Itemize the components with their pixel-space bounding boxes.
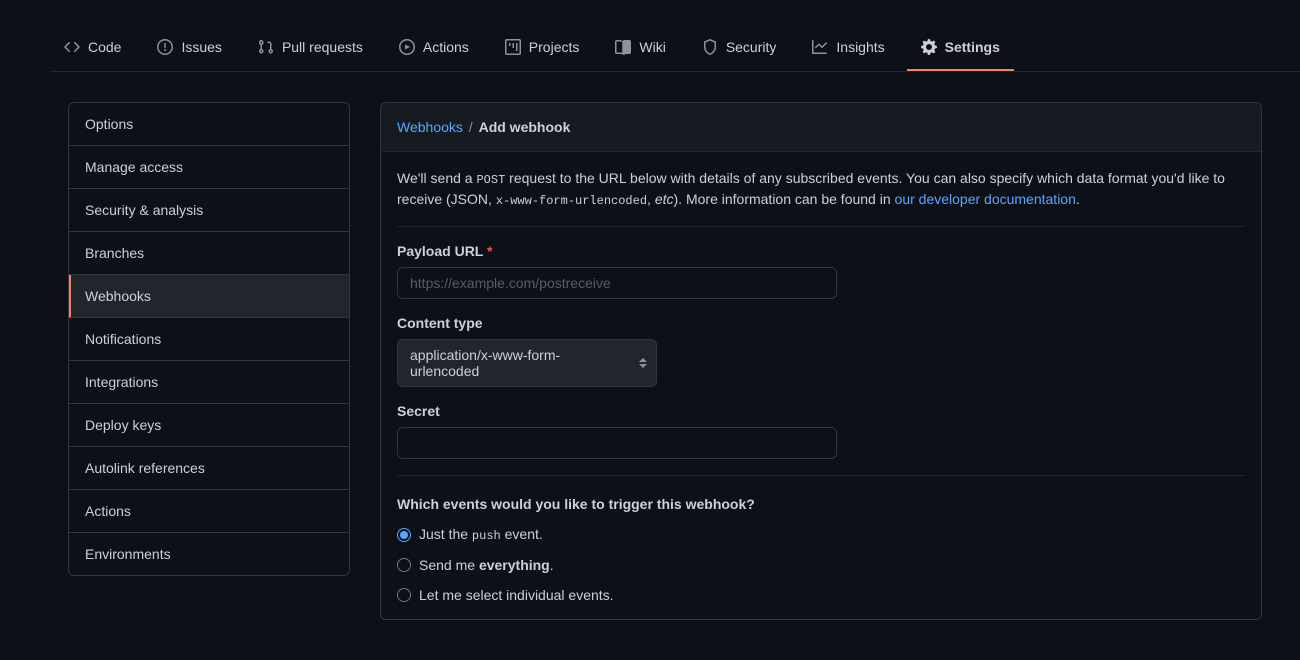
breadcrumb-separator: /	[469, 119, 473, 135]
sidebar-item-options[interactable]: Options	[69, 103, 349, 146]
content-body: We'll send a POST request to the URL bel…	[381, 152, 1261, 619]
settings-sidebar: Options Manage access Security & analysi…	[68, 102, 350, 576]
content-type-select[interactable]: application/x-www-form-urlencoded	[397, 339, 657, 387]
tab-actions[interactable]: Actions	[385, 30, 483, 71]
breadcrumb-parent[interactable]: Webhooks	[397, 119, 463, 135]
desc-code: x-www-form-urlencoded	[496, 194, 647, 208]
tab-projects[interactable]: Projects	[491, 30, 594, 71]
graph-icon	[812, 39, 828, 55]
sidebar-item-label: Deploy keys	[85, 417, 161, 433]
tab-label: Projects	[529, 39, 580, 55]
tab-pulls[interactable]: Pull requests	[244, 30, 377, 71]
desc-text: ,	[647, 191, 655, 207]
tab-security[interactable]: Security	[688, 30, 791, 71]
secret-label: Secret	[397, 403, 1245, 419]
tab-issues[interactable]: Issues	[143, 30, 235, 71]
tab-label: Security	[726, 39, 777, 55]
sidebar-item-label: Actions	[85, 503, 131, 519]
desc-text: ). More information can be found in	[674, 191, 895, 207]
radio-just-push[interactable]: Just the push event.	[397, 526, 1245, 543]
radio-icon	[397, 558, 411, 572]
secret-group: Secret	[397, 403, 1245, 476]
radio-label: Send me everything.	[419, 557, 554, 573]
radio-label: Let me select individual events.	[419, 587, 614, 603]
tab-label: Settings	[945, 39, 1000, 55]
tab-label: Insights	[836, 39, 884, 55]
tab-label: Wiki	[639, 39, 665, 55]
desc-text: .	[1076, 191, 1080, 207]
sidebar-item-label: Environments	[85, 546, 171, 562]
sidebar-item-integrations[interactable]: Integrations	[69, 361, 349, 404]
desc-code: POST	[476, 173, 505, 187]
label-text: Payload URL	[397, 243, 483, 259]
sidebar-item-autolink[interactable]: Autolink references	[69, 447, 349, 490]
desc-text: We'll send a	[397, 170, 476, 186]
radio-label: Just the push event.	[419, 526, 543, 543]
content-type-group: Content type application/x-www-form-urle…	[397, 315, 1245, 387]
sidebar-item-environments[interactable]: Environments	[69, 533, 349, 575]
radio-icon	[397, 588, 411, 602]
required-asterisk: *	[487, 243, 492, 259]
radio-icon	[397, 528, 411, 542]
sidebar-item-label: Integrations	[85, 374, 158, 390]
tab-label: Issues	[181, 39, 221, 55]
label-text: Just the	[419, 526, 472, 542]
developer-docs-link[interactable]: our developer documentation	[895, 191, 1076, 207]
sidebar-item-security-analysis[interactable]: Security & analysis	[69, 189, 349, 232]
radio-everything[interactable]: Send me everything.	[397, 557, 1245, 573]
label-text: Send me	[419, 557, 479, 573]
sidebar-item-label: Webhooks	[85, 288, 151, 304]
main-layout: Options Manage access Security & analysi…	[0, 72, 1300, 620]
gear-icon	[921, 39, 937, 55]
sidebar-item-label: Manage access	[85, 159, 183, 175]
events-title: Which events would you like to trigger t…	[397, 496, 1245, 512]
label-text: event.	[501, 526, 543, 542]
pull-request-icon	[258, 39, 274, 55]
play-icon	[399, 39, 415, 55]
content-type-label: Content type	[397, 315, 1245, 331]
sidebar-item-branches[interactable]: Branches	[69, 232, 349, 275]
sidebar-item-label: Branches	[85, 245, 144, 261]
content-header: Webhooks / Add webhook	[381, 103, 1261, 152]
label-text: .	[550, 557, 554, 573]
shield-icon	[702, 39, 718, 55]
payload-url-input[interactable]	[397, 267, 837, 299]
issue-icon	[157, 39, 173, 55]
breadcrumb-current: Add webhook	[479, 119, 571, 135]
sidebar-item-webhooks[interactable]: Webhooks	[69, 275, 349, 318]
repo-tabs: Code Issues Pull requests Actions Projec…	[50, 30, 1300, 72]
label-strong: everything	[479, 557, 550, 573]
project-icon	[505, 39, 521, 55]
tab-wiki[interactable]: Wiki	[601, 30, 679, 71]
book-icon	[615, 39, 631, 55]
tab-insights[interactable]: Insights	[798, 30, 898, 71]
sidebar-item-label: Autolink references	[85, 460, 205, 476]
content-panel: Webhooks / Add webhook We'll send a POST…	[380, 102, 1262, 620]
sidebar-item-label: Options	[85, 116, 133, 132]
radio-individual[interactable]: Let me select individual events.	[397, 587, 1245, 603]
sidebar-item-deploy-keys[interactable]: Deploy keys	[69, 404, 349, 447]
description-text: We'll send a POST request to the URL bel…	[397, 168, 1245, 227]
sidebar-item-manage-access[interactable]: Manage access	[69, 146, 349, 189]
tab-settings[interactable]: Settings	[907, 30, 1014, 71]
payload-url-label: Payload URL *	[397, 243, 1245, 259]
payload-url-group: Payload URL *	[397, 243, 1245, 299]
tab-code[interactable]: Code	[50, 30, 135, 71]
label-code: push	[472, 529, 501, 543]
secret-input[interactable]	[397, 427, 837, 459]
sidebar-item-actions[interactable]: Actions	[69, 490, 349, 533]
sidebar-item-label: Notifications	[85, 331, 161, 347]
tab-label: Actions	[423, 39, 469, 55]
tab-label: Pull requests	[282, 39, 363, 55]
tab-label: Code	[88, 39, 121, 55]
sidebar-item-label: Security & analysis	[85, 202, 203, 218]
desc-em: etc	[655, 191, 674, 207]
sidebar-item-notifications[interactable]: Notifications	[69, 318, 349, 361]
code-icon	[64, 39, 80, 55]
repo-header: Code Issues Pull requests Actions Projec…	[0, 30, 1300, 72]
